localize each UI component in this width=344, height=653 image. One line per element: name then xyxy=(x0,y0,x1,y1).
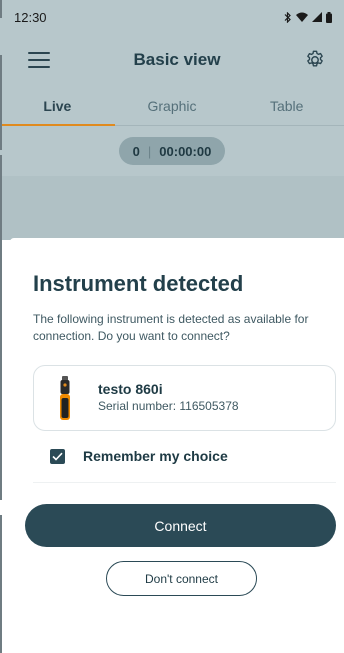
signal-icon xyxy=(312,12,322,22)
instrument-card[interactable]: testo 860i Serial number: 116505378 xyxy=(33,365,336,431)
timer-row: 0 | 00:00:00 xyxy=(0,126,344,176)
status-icons xyxy=(283,11,332,23)
timer-badge: 0 | 00:00:00 xyxy=(118,137,226,165)
bluetooth-icon xyxy=(284,11,291,23)
tab-live[interactable]: Live xyxy=(0,86,115,126)
gear-icon[interactable] xyxy=(304,49,326,71)
timer-separator: | xyxy=(147,143,152,159)
edge-line xyxy=(0,515,2,653)
dialog-description: The following instrument is detected as … xyxy=(33,312,309,343)
edge-line xyxy=(0,0,2,18)
background-shade xyxy=(0,176,344,240)
status-bar: 12:30 xyxy=(0,0,344,34)
menu-icon[interactable] xyxy=(28,52,50,68)
thermometer-device-icon xyxy=(60,376,70,420)
connect-button[interactable]: Connect xyxy=(25,504,336,547)
remember-choice-row[interactable]: Remember my choice xyxy=(50,445,228,467)
app-header: Basic view xyxy=(0,34,344,86)
page-title: Basic view xyxy=(133,50,221,69)
view-tabs: Live Graphic Table xyxy=(0,86,344,126)
instrument-name: testo 860i xyxy=(98,381,163,397)
dialog-title: Instrument detected xyxy=(33,271,244,296)
dont-connect-button[interactable]: Don't connect xyxy=(106,561,257,596)
instrument-serial: Serial number: 116505378 xyxy=(98,399,239,413)
measurement-count: 0 xyxy=(132,143,140,159)
instrument-detected-sheet: Instrument detected The following instru… xyxy=(10,238,344,653)
elapsed-time: 00:00:00 xyxy=(159,143,212,159)
check-icon xyxy=(52,452,63,461)
battery-icon xyxy=(326,11,332,23)
background-app: 12:30 Basic view Live Graphic Table 0 | … xyxy=(0,0,344,240)
wifi-icon xyxy=(296,12,308,22)
status-time: 12:30 xyxy=(14,9,47,25)
edge-line xyxy=(0,155,2,500)
tab-graphic[interactable]: Graphic xyxy=(115,86,230,125)
edge-line xyxy=(0,55,2,150)
divider xyxy=(33,482,336,483)
tab-table[interactable]: Table xyxy=(229,86,344,125)
remember-checkbox[interactable] xyxy=(50,448,65,464)
remember-label: Remember my choice xyxy=(83,448,228,464)
